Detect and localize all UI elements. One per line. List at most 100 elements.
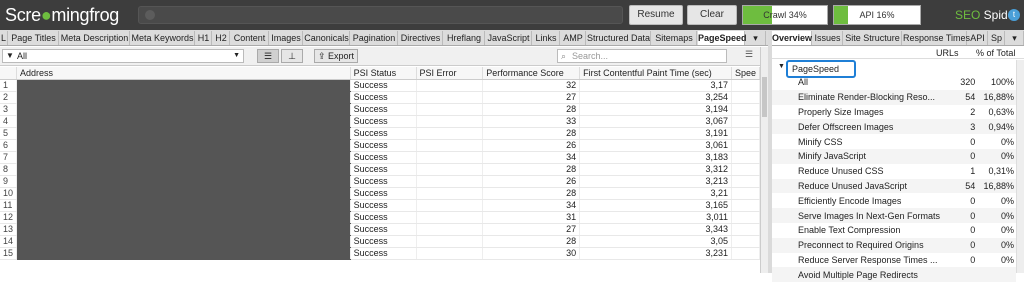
tab-amp[interactable]: AMP — [561, 31, 586, 45]
address-cell[interactable] — [16, 115, 351, 128]
overview-row[interactable]: Reduce Unused JavaScript 54 16,88% — [772, 178, 1016, 194]
overview-row[interactable]: Reduce Unused CSS 1 0,31% — [772, 164, 1016, 179]
address-cell[interactable] — [16, 103, 351, 116]
address-cell[interactable] — [16, 163, 351, 176]
overview-row[interactable]: Minify CSS 0 0% — [772, 134, 1016, 149]
url-input[interactable] — [138, 6, 623, 24]
tab-sitemaps[interactable]: Sitemaps — [652, 31, 697, 45]
filter-select[interactable]: ▼ All ▼ — [2, 49, 244, 63]
overview-row[interactable]: Preconnect to Required Origins 0 0% — [772, 237, 1016, 253]
table-row[interactable]: 3 Success 28 3,194 — [0, 103, 760, 116]
tab-structured-data[interactable]: Structured Data — [587, 31, 651, 45]
table-row[interactable]: 12 Success 31 3,011 — [0, 211, 760, 224]
tab-h2[interactable]: H2 — [213, 31, 230, 45]
table-row[interactable]: 9 Success 26 3,213 — [0, 175, 760, 188]
overview-row[interactable]: Serve Images In Next-Gen Formats 0 0% — [772, 208, 1016, 223]
tab-overview[interactable]: Overview — [772, 31, 812, 45]
overview-row[interactable]: Reduce Server Response Times ... 0 0% — [772, 253, 1016, 268]
tab-issues[interactable]: Issues — [813, 31, 843, 45]
scrollbar-thumb[interactable] — [762, 77, 767, 117]
column-header-pct-total[interactable]: % of Total — [976, 47, 1015, 59]
table-row[interactable]: 10 Success 28 3,21 — [0, 187, 760, 200]
tab-directives[interactable]: Directives — [399, 31, 443, 45]
overview-row[interactable]: Properly Size Images 2 0,63% — [772, 105, 1016, 120]
overview-row[interactable]: Avoid Multiple Page Redirects — [772, 267, 1016, 282]
resume-button[interactable]: Resume — [629, 5, 683, 25]
search-input[interactable]: ⌕ Search... — [557, 49, 727, 63]
overview-urls: 2 — [970, 106, 976, 117]
address-cell[interactable] — [16, 79, 351, 92]
table-row[interactable]: 14 Success 28 3,05 — [0, 235, 760, 248]
overview-row[interactable]: All 320 100% — [772, 75, 1016, 90]
column-header-performance-score[interactable]: Performance Score — [482, 67, 581, 80]
address-cell[interactable] — [16, 223, 351, 236]
address-cell[interactable] — [16, 211, 351, 224]
address-cell[interactable] — [16, 127, 351, 140]
tab-pagination[interactable]: Pagination — [351, 31, 398, 45]
address-cell[interactable] — [16, 91, 351, 104]
overview-row[interactable]: Eliminate Render-Blocking Reso... 54 16,88… — [772, 89, 1016, 105]
tab-api[interactable]: API — [968, 31, 988, 45]
table-row[interactable]: 4 Success 33 3,067 — [0, 115, 760, 128]
column-header-urls[interactable]: URLs — [936, 47, 959, 59]
tab-meta-keywords[interactable]: Meta Keywords — [131, 31, 195, 45]
column-header-psi-status[interactable]: PSI Status — [350, 67, 417, 80]
tab-images[interactable]: Images — [270, 31, 303, 45]
column-header-address[interactable]: Address — [16, 67, 351, 80]
overview-row[interactable]: Minify JavaScript 0 0% — [772, 148, 1016, 164]
address-cell[interactable] — [16, 175, 351, 188]
address-cell[interactable] — [16, 247, 351, 260]
table-row[interactable]: 1 Success 32 3,17 — [0, 79, 760, 92]
address-cell[interactable] — [16, 139, 351, 152]
table-scrollbar[interactable] — [760, 47, 768, 273]
tab-h1[interactable]: H1 — [196, 31, 212, 45]
table-row[interactable]: 6 Success 26 3,061 — [0, 139, 760, 152]
tab-links[interactable]: Links — [533, 31, 560, 45]
address-cell[interactable] — [16, 151, 351, 164]
performance-score-cell: 27 — [482, 91, 581, 104]
tab-hreflang[interactable]: Hreflang — [444, 31, 485, 45]
tab-content[interactable]: Content — [231, 31, 269, 45]
tabs-overflow-dropdown-right[interactable]: ▾ — [1006, 31, 1024, 45]
tab-page-titles[interactable]: Page Titles — [9, 31, 59, 45]
table-row[interactable]: 7 Success 34 3,183 — [0, 151, 760, 164]
filter-settings-icon[interactable]: ☰ — [742, 49, 756, 63]
tab-response-times[interactable]: Response Times — [903, 31, 970, 45]
tabs-overflow-dropdown[interactable]: ▾ — [746, 31, 766, 45]
speed-cell — [731, 79, 760, 92]
table-row[interactable]: 8 Success 28 3,312 — [0, 163, 760, 176]
tab-spelling[interactable]: Sp — [989, 31, 1005, 45]
column-header-fcp[interactable]: First Contentful Paint Time (sec) — [579, 67, 732, 80]
address-cell[interactable] — [16, 187, 351, 200]
table-row[interactable]: 13 Success 27 3,343 — [0, 223, 760, 236]
overview-urls: 0 — [942, 237, 978, 253]
export-button[interactable]: ⇪ Export — [314, 49, 358, 63]
tab-pagespeed[interactable]: PageSpeed — [698, 31, 747, 45]
tab-l[interactable]: L — [0, 31, 8, 45]
column-header-speed[interactable]: Spee — [731, 67, 760, 80]
overview-scrollbar[interactable] — [1016, 60, 1024, 273]
tab-meta-description[interactable]: Meta Description — [60, 31, 130, 45]
table-row[interactable]: 15 Success 30 3,231 — [0, 247, 760, 260]
speed-cell — [731, 139, 760, 152]
table-row[interactable]: 5 Success 28 3,191 — [0, 127, 760, 140]
overview-row[interactable]: Efficiently Encode Images 0 0% — [772, 193, 1016, 208]
tab-site-structure[interactable]: Site Structure — [844, 31, 902, 45]
twitter-icon[interactable]: t — [1008, 9, 1020, 21]
address-cell[interactable] — [16, 235, 351, 248]
overview-row[interactable]: Enable Text Compression 0 0% — [772, 223, 1016, 238]
overview-pct: 16,88% — [977, 89, 1016, 105]
tree-view-button[interactable]: ⊥ — [281, 49, 303, 63]
overview-row[interactable]: Defer Offscreen Images 3 0,94% — [772, 119, 1016, 135]
collapse-triangle-icon[interactable]: ▼ — [778, 63, 785, 70]
address-cell[interactable] — [16, 199, 351, 212]
list-view-button[interactable]: ☰ — [257, 49, 279, 63]
tab-canonicals[interactable]: Canonicals — [304, 31, 350, 45]
table-row[interactable]: 2 Success 27 3,254 — [0, 91, 760, 104]
tab-javascript[interactable]: JavaScript — [486, 31, 532, 45]
url-status-icon — [145, 10, 155, 20]
table-row[interactable]: 11 Success 34 3,165 — [0, 199, 760, 212]
column-header-psi-error[interactable]: PSI Error — [416, 67, 484, 80]
overview-pct: 0,63% — [988, 106, 1014, 117]
clear-button[interactable]: Clear — [687, 5, 737, 25]
